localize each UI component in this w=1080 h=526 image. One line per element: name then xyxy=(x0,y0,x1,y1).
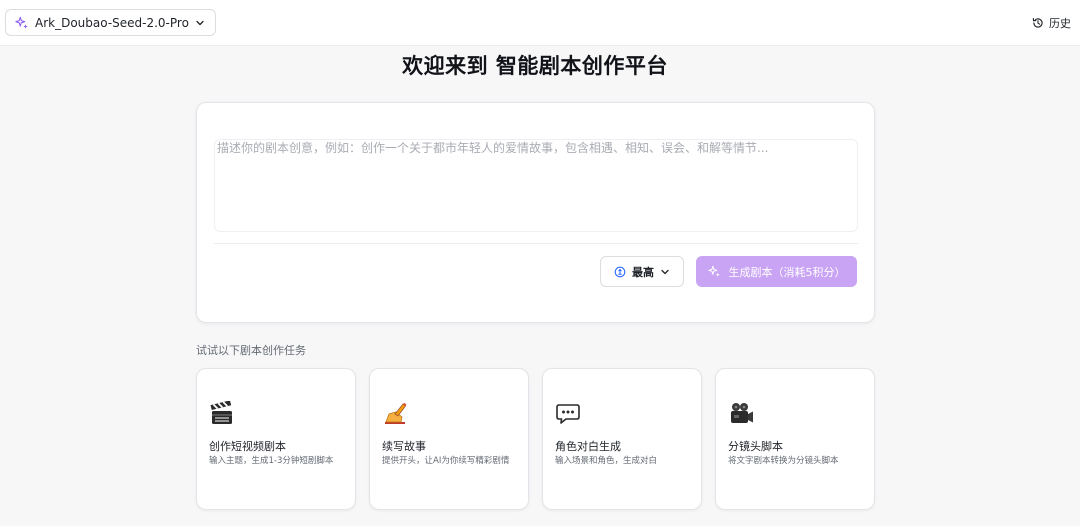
card-desc: 提供开头，让AI为你续写精彩剧情 xyxy=(382,456,510,466)
history-button[interactable]: 历史 xyxy=(1032,14,1071,32)
card-title: 创作短视频剧本 xyxy=(209,440,286,453)
movie-camera-icon xyxy=(731,403,753,423)
card-desc: 输入主题，生成1-3分钟短剧脚本 xyxy=(209,456,334,466)
sparkle-icon xyxy=(707,265,720,277)
history-icon xyxy=(1032,17,1043,28)
task-card-continue-story[interactable]: 续写故事 提供开头，让AI为你续写精彩剧情 xyxy=(369,368,529,510)
task-card-short-video[interactable]: 创作短视频剧本 输入主题，生成1-3分钟短剧脚本 xyxy=(196,368,356,510)
writing-hand-icon xyxy=(385,402,407,424)
prompt-input[interactable] xyxy=(217,140,855,231)
chevron-down-icon xyxy=(196,20,204,25)
task-card-storyboard[interactable]: 分镜头脚本 将文字剧本转换为分镜头脚本 xyxy=(715,368,875,510)
chevron-down-icon xyxy=(661,269,669,274)
card-title: 角色对白生成 xyxy=(555,440,621,453)
card-title: 分镜头脚本 xyxy=(728,440,783,453)
level-value: 最高 xyxy=(632,265,654,279)
top-bar: Ark_Doubao-Seed-2.0-Pro 历史 xyxy=(0,0,1080,46)
prompt-composer: 最高 生成剧本（消耗5积分） xyxy=(196,102,875,323)
sparkle-icon xyxy=(15,16,28,29)
model-select[interactable]: Ark_Doubao-Seed-2.0-Pro xyxy=(5,9,216,36)
prompt-area xyxy=(214,139,858,232)
generate-label: 生成剧本（消耗5积分） xyxy=(728,265,846,279)
page-title: 欢迎来到 智能剧本创作平台 xyxy=(402,54,668,78)
section-label: 试试以下剧本创作任务 xyxy=(196,344,306,357)
card-desc: 将文字剧本转换为分镜头脚本 xyxy=(728,456,839,466)
task-card-dialogue[interactable]: 角色对白生成 输入场景和角色，生成对白 xyxy=(542,368,702,510)
clapperboard-icon xyxy=(210,401,232,424)
speech-bubble-icon xyxy=(556,404,580,424)
level-select[interactable]: 最高 xyxy=(600,256,684,287)
model-label: Ark_Doubao-Seed-2.0-Pro xyxy=(35,15,189,30)
composer-divider xyxy=(214,243,858,244)
generate-button[interactable]: 生成剧本（消耗5积分） xyxy=(696,256,857,287)
card-title: 续写故事 xyxy=(382,440,426,453)
lightbulb-icon xyxy=(614,266,626,277)
history-label: 历史 xyxy=(1049,17,1071,30)
card-desc: 输入场景和角色，生成对白 xyxy=(555,456,658,466)
